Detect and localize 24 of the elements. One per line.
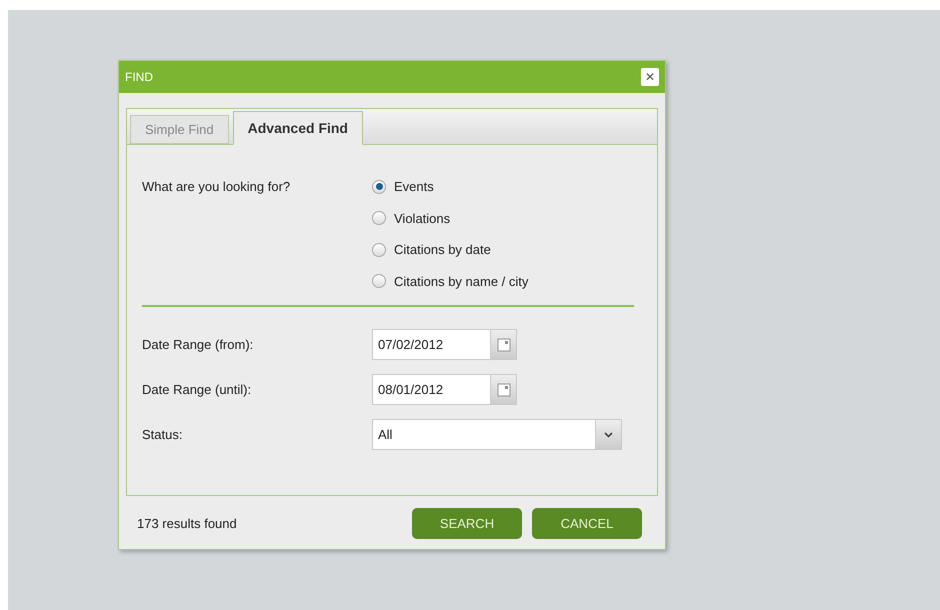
option-label: Violations: [394, 210, 450, 228]
question-label: What are you looking for?: [142, 178, 292, 196]
radio-button[interactable]: [372, 274, 386, 288]
field-label: Status:: [142, 426, 184, 444]
option-label: Citations by name / city: [394, 272, 528, 291]
option-label: Citations by date: [394, 241, 491, 259]
date-field[interactable]: 08/01/2012: [372, 374, 517, 405]
radio-button[interactable]: [372, 242, 386, 257]
status-dropdown[interactable]: All: [372, 419, 622, 450]
tab[interactable]: Advanced Find: [232, 111, 363, 145]
dialog-button[interactable]: SEARCH: [412, 508, 522, 539]
date-field[interactable]: 07/02/2012: [372, 329, 517, 360]
calendar-icon[interactable]: [490, 375, 516, 404]
radio-button[interactable]: [372, 211, 386, 226]
radio-button[interactable]: [372, 180, 386, 194]
chevron-down-icon[interactable]: [595, 420, 621, 449]
field-label: Date Range (until):: [142, 380, 252, 399]
dialog-button[interactable]: CANCEL: [532, 508, 642, 539]
field-label: Date Range (from):: [142, 336, 254, 354]
close-button[interactable]: ✕: [641, 68, 659, 86]
calendar-icon[interactable]: [490, 330, 516, 359]
option-label: Events: [394, 178, 434, 196]
results-count: 173 results found: [137, 514, 238, 533]
window-title: FIND: [125, 69, 153, 86]
